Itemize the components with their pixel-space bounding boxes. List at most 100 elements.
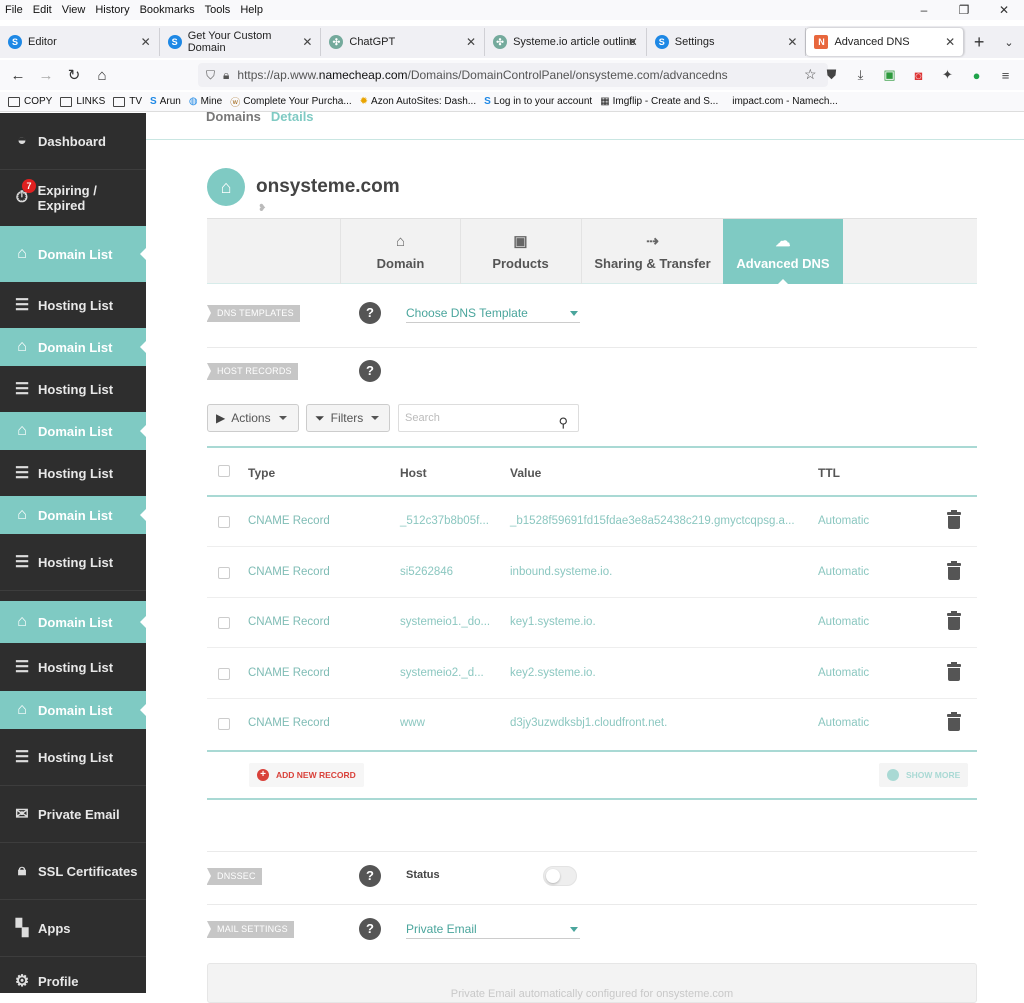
trash-icon[interactable]: [947, 561, 961, 581]
sidebar-item-domain-list[interactable]: ⌂ Domain List: [0, 691, 146, 729]
sidebar-item-domain-list[interactable]: ⌂ Domain List: [0, 412, 146, 450]
lock-icon[interactable]: 🔒︎: [223, 68, 229, 83]
close-icon[interactable]: ✕: [945, 35, 955, 49]
sidebar-item-ssl[interactable]: 🔒︎ SSL Certificates: [0, 843, 146, 899]
new-tab-button[interactable]: +: [964, 32, 994, 53]
trash-icon[interactable]: [947, 611, 961, 631]
bookmark-copy[interactable]: COPY: [8, 96, 52, 107]
column-header-type[interactable]: Type: [248, 466, 275, 480]
pocket-icon[interactable]: ⛊: [817, 67, 846, 83]
tab-advanced-dns[interactable]: ☁ Advanced DNS: [723, 219, 843, 285]
bookmark-impact[interactable]: impact.com - Namech...: [732, 96, 838, 107]
tab-chatgpt[interactable]: ✣ ChatGPT ✕: [321, 28, 486, 56]
filters-button[interactable]: ⏷ Filters: [306, 404, 390, 432]
close-icon[interactable]: ✕: [466, 35, 476, 49]
sidebar-item-hosting-list[interactable]: ☰ Hosting List: [0, 534, 146, 590]
sidebar-item-apps[interactable]: ▚ Apps: [0, 900, 146, 956]
tab-domain[interactable]: ⌂ Domain: [340, 219, 460, 284]
breadcrumb-domains[interactable]: Domains: [206, 109, 261, 124]
close-icon[interactable]: ✕: [628, 35, 638, 49]
help-icon[interactable]: ?: [359, 360, 381, 382]
tab-article-outline[interactable]: ✣ Systeme.io article outline ✕: [485, 28, 647, 56]
sidebar-item-private-email[interactable]: ✉ Private Email: [0, 786, 146, 842]
sidebar-item-dashboard[interactable]: ◒ Dashboard: [0, 113, 146, 169]
sidebar-item-hosting-list[interactable]: ☰ Hosting List: [0, 450, 146, 496]
tag-icon[interactable]: ❥: [258, 203, 266, 214]
star-icon[interactable]: ☆: [804, 66, 817, 83]
table-row[interactable]: CNAME Record si5262846 inbound.systeme.i…: [207, 548, 977, 598]
sidebar-item-domain-list[interactable]: ⌂ Domain List: [0, 226, 146, 282]
dns-template-select[interactable]: Choose DNS Template: [406, 305, 580, 323]
help-icon[interactable]: ?: [359, 302, 381, 324]
menu-bookmarks[interactable]: Bookmarks: [135, 4, 200, 16]
minimize-button[interactable]: –: [904, 0, 944, 20]
sidebar-item-domain-list[interactable]: ⌂ Domain List: [0, 328, 146, 366]
sidebar-item-hosting-list[interactable]: ☰ Hosting List: [0, 282, 146, 328]
close-icon[interactable]: ✕: [787, 35, 797, 49]
help-icon[interactable]: ?: [359, 918, 381, 940]
grammarly-icon[interactable]: ●: [962, 68, 991, 83]
bookmark-arun[interactable]: S Arun: [150, 96, 181, 107]
back-icon[interactable]: ←: [4, 67, 32, 84]
home-icon[interactable]: ⌂: [88, 67, 116, 84]
row-checkbox[interactable]: [218, 516, 230, 528]
bookmark-complete-purchase[interactable]: ⓦ Complete Your Purcha...: [230, 94, 351, 109]
tab-products[interactable]: ▣ Products: [460, 219, 580, 284]
column-header-value[interactable]: Value: [510, 466, 541, 480]
reload-icon[interactable]: ↻: [60, 66, 88, 84]
extension-camera-icon[interactable]: ◙: [904, 68, 933, 83]
tab-settings[interactable]: S Settings ✕: [647, 28, 807, 56]
tab-custom-domain[interactable]: S Get Your Custom Domain ✕: [160, 28, 322, 56]
sidebar-item-domain-list[interactable]: ⌂ Domain List: [0, 601, 146, 643]
menu-history[interactable]: History: [90, 4, 134, 16]
extensions-puzzle-icon[interactable]: ✦: [933, 67, 962, 83]
mail-settings-select[interactable]: Private Email: [406, 921, 580, 939]
table-row[interactable]: CNAME Record systemeio1._do... key1.syst…: [207, 598, 977, 648]
column-header-ttl[interactable]: TTL: [818, 466, 840, 480]
row-checkbox[interactable]: [218, 668, 230, 680]
show-more-button[interactable]: SHOW MORE: [879, 763, 969, 787]
sidebar-item-hosting-list[interactable]: ☰ Hosting List: [0, 366, 146, 412]
forward-icon[interactable]: →: [32, 67, 60, 84]
restore-button[interactable]: ❐: [944, 0, 984, 20]
table-row[interactable]: CNAME Record www d3jy3uzwdksbj1.cloudfro…: [207, 699, 977, 749]
close-window-button[interactable]: ✕: [984, 0, 1024, 20]
tab-sharing-transfer[interactable]: ⇢ Sharing & Transfer: [581, 219, 723, 284]
trash-icon[interactable]: [947, 510, 961, 530]
extension-money-icon[interactable]: ▣: [875, 67, 904, 83]
search-icon[interactable]: ⚲: [558, 410, 568, 436]
bookmark-azon[interactable]: ✹ Azon AutoSites: Dash...: [360, 96, 476, 107]
hamburger-menu-icon[interactable]: ≡: [991, 68, 1020, 83]
select-all-checkbox[interactable]: [218, 465, 230, 477]
sidebar-item-domain-list[interactable]: ⌂ Domain List: [0, 496, 146, 534]
trash-icon[interactable]: [947, 712, 961, 732]
tab-advanced-dns[interactable]: N Advanced DNS ✕: [806, 28, 965, 56]
download-icon[interactable]: ⤓: [846, 67, 875, 83]
row-checkbox[interactable]: [218, 718, 230, 730]
sidebar-item-hosting-list[interactable]: ☰ Hosting List: [0, 643, 146, 691]
table-row[interactable]: CNAME Record systemeio2._d... key2.syste…: [207, 649, 977, 699]
list-tabs-icon[interactable]: ⌄: [994, 36, 1024, 49]
close-icon[interactable]: ✕: [141, 35, 151, 49]
menu-file[interactable]: File: [0, 4, 28, 16]
search-input[interactable]: Search ⚲: [398, 404, 579, 432]
menu-help[interactable]: Help: [235, 4, 268, 16]
help-icon[interactable]: ?: [359, 865, 381, 887]
tab-editor[interactable]: S Editor ✕: [0, 28, 160, 56]
menu-tools[interactable]: Tools: [200, 4, 236, 16]
shield-icon[interactable]: ⛉: [206, 68, 215, 83]
sidebar-item-profile[interactable]: ⚙ Profile: [0, 957, 146, 993]
column-header-host[interactable]: Host: [400, 466, 427, 480]
bookmark-imgflip[interactable]: ▦ Imgflip - Create and S...: [600, 96, 718, 107]
bookmark-login[interactable]: S Log in to your account: [484, 96, 592, 107]
trash-icon[interactable]: [947, 662, 961, 682]
address-bar[interactable]: ⛉ 🔒︎ https://ap.www. namecheap.com/Domain…: [198, 63, 828, 87]
menu-edit[interactable]: Edit: [28, 4, 57, 16]
actions-button[interactable]: ▶ Actions: [207, 404, 299, 432]
bookmark-links[interactable]: LINKS: [60, 96, 105, 107]
sidebar-item-hosting-list[interactable]: ☰ Hosting List: [0, 729, 146, 785]
dnssec-toggle[interactable]: [543, 866, 577, 886]
bookmark-tv[interactable]: TV: [113, 96, 142, 107]
add-new-record-button[interactable]: + ADD NEW RECORD: [249, 763, 364, 787]
row-checkbox[interactable]: [218, 617, 230, 629]
